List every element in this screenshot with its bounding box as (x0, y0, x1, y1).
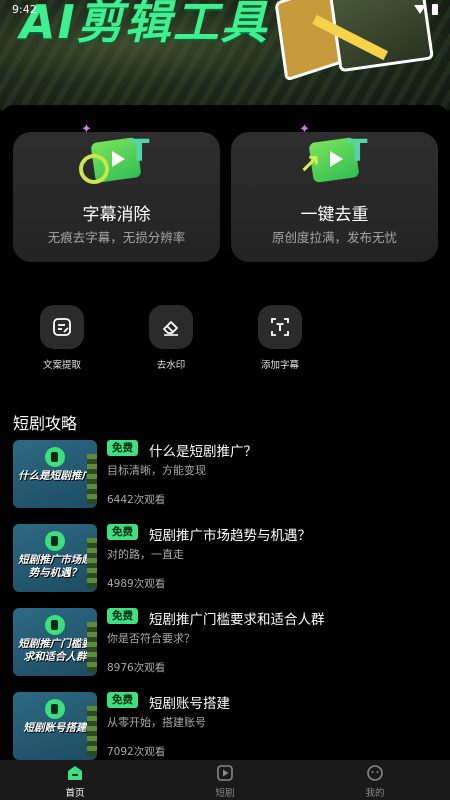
article-views: 8976次观看 (107, 662, 166, 674)
app-logo-icon (45, 447, 65, 467)
feature-subtitle: 无痕去字幕，无损分辨率 (47, 230, 186, 245)
nav-profile[interactable]: 我的 (300, 760, 450, 800)
article-thumbnail: 短剧推广门槛要求和适合人群 (13, 608, 97, 676)
feature-card-subtitle-removal[interactable]: ✦ T 字幕消除 无痕去字幕，无损分辨率 (13, 122, 220, 262)
article-title: 短剧推广市场趋势与机遇？ (149, 528, 311, 544)
nav-short-drama[interactable]: 短剧 (150, 760, 300, 800)
free-badge: 免费 (107, 440, 138, 456)
thumbnail-text: 短剧推广市场趋势与机遇？ (18, 554, 92, 579)
article-views: 6442次观看 (107, 494, 166, 506)
list-item[interactable]: 短剧推广市场趋势与机遇？ 免费 短剧推广市场趋势与机遇？ 对的路，一直走 498… (13, 524, 437, 594)
article-title: 短剧推广门槛要求和适合人群 (149, 612, 325, 628)
tool-add-subtitle[interactable]: 添加字幕 (240, 305, 320, 371)
feature-title: 一键去重 (300, 205, 369, 225)
article-thumbnail: 什么是短剧推广 (13, 440, 97, 508)
app-logo-icon (45, 699, 65, 719)
nav-label: 我的 (365, 788, 385, 799)
profile-icon (367, 765, 383, 781)
app-logo-icon (45, 615, 65, 635)
thumbnail-text: 短剧账号搭建 (23, 722, 87, 734)
wifi-icon (414, 4, 426, 14)
dedup-icon: ✦ T ↗ (297, 122, 377, 192)
tool-text-extract[interactable]: 文案提取 (22, 305, 102, 371)
article-desc: 对的路，一直走 (107, 548, 184, 561)
free-badge: 免费 (107, 692, 138, 708)
article-views: 4989次观看 (107, 578, 166, 590)
thumbnail-text: 什么是短剧推广 (18, 470, 92, 482)
nav-label: 首页 (65, 788, 85, 799)
home-icon (68, 766, 82, 780)
subtitle-remove-icon: ✦ T (79, 122, 159, 192)
article-desc: 从零开始，搭建账号 (107, 716, 206, 729)
text-scan-icon (258, 305, 302, 349)
feature-title: 字幕消除 (82, 205, 151, 225)
bottom-nav: 首页 短剧 我的 (0, 760, 450, 800)
article-thumbnail: 短剧推广市场趋势与机遇？ (13, 524, 97, 592)
list-item[interactable]: 短剧账号搭建 免费 短剧账号搭建 从零开始，搭建账号 7092次观看 (13, 692, 437, 762)
tool-label: 文案提取 (42, 360, 81, 371)
thumbnail-text: 短剧推广门槛要求和适合人群 (18, 638, 92, 663)
article-views: 7092次观看 (107, 746, 166, 758)
eraser-icon (149, 305, 193, 349)
tool-remove-watermark[interactable]: 去水印 (131, 305, 211, 371)
tool-label: 去水印 (156, 360, 186, 371)
battery-icon (432, 3, 438, 15)
list-item[interactable]: 短剧推广门槛要求和适合人群 免费 短剧推广门槛要求和适合人群 你是否符合要求？ … (13, 608, 437, 678)
article-desc: 你是否符合要求？ (107, 632, 195, 645)
feature-card-dedup[interactable]: ✦ T ↗ 一键去重 原创度拉满，发布无忧 (231, 122, 438, 262)
play-icon (217, 765, 233, 781)
nav-label: 短剧 (215, 788, 235, 799)
app-logo-icon (45, 531, 65, 551)
section-title: 短剧攻略 (13, 414, 78, 433)
article-title: 什么是短剧推广？ (149, 444, 257, 460)
article-desc: 目标清晰，方能变现 (107, 464, 206, 477)
status-time: 9:42 (12, 2, 37, 16)
article-title: 短剧账号搭建 (149, 696, 230, 712)
list-item[interactable]: 什么是短剧推广 免费 什么是短剧推广？ 目标清晰，方能变现 6442次观看 (13, 440, 437, 510)
free-badge: 免费 (107, 608, 138, 624)
tool-label: 添加字幕 (260, 360, 299, 371)
nav-home[interactable]: 首页 (0, 760, 150, 800)
text-extract-icon (40, 305, 84, 349)
article-thumbnail: 短剧账号搭建 (13, 692, 97, 760)
free-badge: 免费 (107, 524, 138, 540)
status-bar: 9:42 (0, 0, 450, 18)
feature-subtitle: 原创度拉满，发布无忧 (271, 230, 397, 245)
main-content: ✦ T 字幕消除 无痕去字幕，无损分辨率 ✦ T ↗ 一键去重 原创度拉满，发布… (0, 105, 450, 760)
